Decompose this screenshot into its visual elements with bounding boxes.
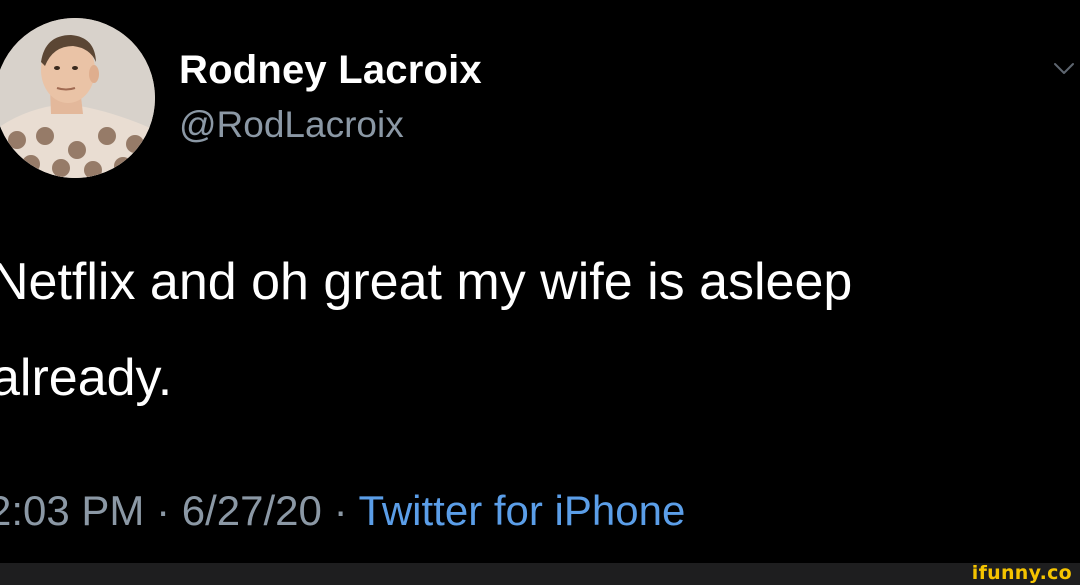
footer-bar [0, 563, 1080, 585]
author-info: Rodney Lacroix @RodLacroix [179, 46, 482, 147]
watermark-text: ifunny.co [971, 562, 1072, 584]
tweet-metadata: 2:03 PM · 6/27/20 · Twitter for iPhone [0, 485, 685, 537]
tweet-source-link[interactable]: Twitter for iPhone [359, 487, 686, 534]
tweet-card: Rodney Lacroix @RodLacroix Netflix and o… [0, 0, 1080, 563]
person-photo-icon [0, 18, 155, 178]
meta-separator: · [333, 487, 348, 534]
chevron-down-icon[interactable] [1052, 56, 1076, 80]
author-display-name[interactable]: Rodney Lacroix [179, 46, 482, 94]
tweet-text: Netflix and oh great my wife is asleep a… [0, 234, 1071, 426]
meta-separator: · [156, 487, 171, 534]
avatar[interactable] [0, 18, 155, 178]
author-handle[interactable]: @RodLacroix [179, 103, 482, 147]
tweet-text-line: already. [0, 349, 173, 407]
tweet-time[interactable]: 2:03 PM [0, 487, 144, 534]
ifunny-watermark: ifunny.co [972, 561, 1072, 585]
tweet-date[interactable]: 6/27/20 [182, 487, 322, 534]
tweet-text-line: Netflix and oh great my wife is asleep [0, 253, 853, 311]
